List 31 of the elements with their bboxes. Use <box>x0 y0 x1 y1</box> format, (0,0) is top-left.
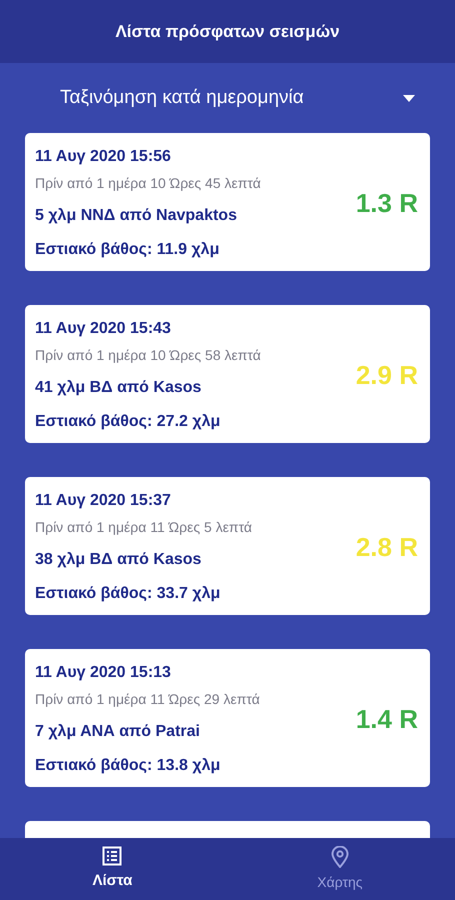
location-text: 5 χλμ ΝΝΔ από Navpaktos <box>35 206 238 226</box>
nav-tab[interactable]: Χάρτης <box>224 838 455 900</box>
magnitude-text: 1.4 R <box>356 702 418 736</box>
earthquake-card[interactable]: 11 Αυγ 2020 15:43 Πρίν από 1 ημέρα 10 Ώρες 58 λεπτά 41 χλμ ΒΔ από Kasos Εστιακό βάθος: 27.2 χλμ 2.9 R <box>25 305 430 443</box>
magnitude-text: 2.8 R <box>356 530 418 564</box>
depth-text: Εστιακό βάθος: 33.7 χλμ <box>35 584 222 604</box>
date-text: 11 Αυγ 2020 15:43 <box>35 318 172 338</box>
depth-text: Εστιακό βάθος: 11.9 χλμ <box>35 240 220 260</box>
time-ago-text: Πρίν από 1 ημέρα 11 Ώρες 5 λεπτά <box>35 518 254 537</box>
time-ago-text: Πρίν από 1 ημέρα 11 Ώρες 29 λεπτά <box>35 690 261 709</box>
earthquake-card[interactable]: 11 Αυγ 2020 15:37 Πρίν από 1 ημέρα 11 Ώρες 5 λεπτά 38 χλμ ΒΔ από Kasos Εστιακό βάθος: 33.7 χλμ 2.8 R <box>25 477 430 615</box>
dropdown-caret-icon[interactable] <box>403 94 415 102</box>
location-text: 41 χλμ ΒΔ από Kasos <box>35 378 202 398</box>
location-pin-icon <box>330 846 349 868</box>
location-text: 7 χλμ ΑΝΑ από Patrai <box>35 722 201 742</box>
time-ago-text: Πρίν από 1 ημέρα 10 Ώρες 58 λεπτά <box>35 346 262 365</box>
magnitude-text: 2.9 R <box>356 358 418 392</box>
nav-tab[interactable]: Λίστα <box>0 838 225 900</box>
earthquake-card[interactable]: 11 Αυγ 2020 15:13 Πρίν από 1 ημέρα 11 Ώρες 29 λεπτά 7 χλμ ΑΝΑ από Patrai Εστιακό βάθος: 13.8 χλμ 1.4 R <box>25 649 430 787</box>
depth-text: Εστιακό βάθος: 13.8 χλμ <box>35 756 222 776</box>
earthquake-card[interactable]: 11 Αυγ 2020 15:56 Πρίν από 1 ημέρα 10 Ώρες 45 λεπτά 5 χλμ ΝΝΔ από Navpaktos Εστιακό βάθος: 11.9 χλμ 1.3 R <box>25 133 430 271</box>
date-text: 11 Αυγ 2020 15:37 <box>35 490 172 510</box>
date-text: 11 Αυγ 2020 15:13 <box>35 662 172 682</box>
magnitude-text: 1.3 R <box>356 186 418 220</box>
location-text: 38 χλμ ΒΔ από Kasos <box>35 550 202 570</box>
date-text: 11 Αυγ 2020 15:56 <box>35 146 172 166</box>
depth-text: Εστιακό βάθος: 27.2 χλμ <box>35 412 222 432</box>
time-ago-text: Πρίν από 1 ημέρα 10 Ώρες 45 λεπτά <box>35 174 262 193</box>
list-icon <box>102 846 122 866</box>
app-title: Λίστα πρόσφατων σεισμών <box>115 20 340 43</box>
sort-dropdown[interactable]: Ταξινόμηση κατά ημερομηνία <box>60 84 304 112</box>
